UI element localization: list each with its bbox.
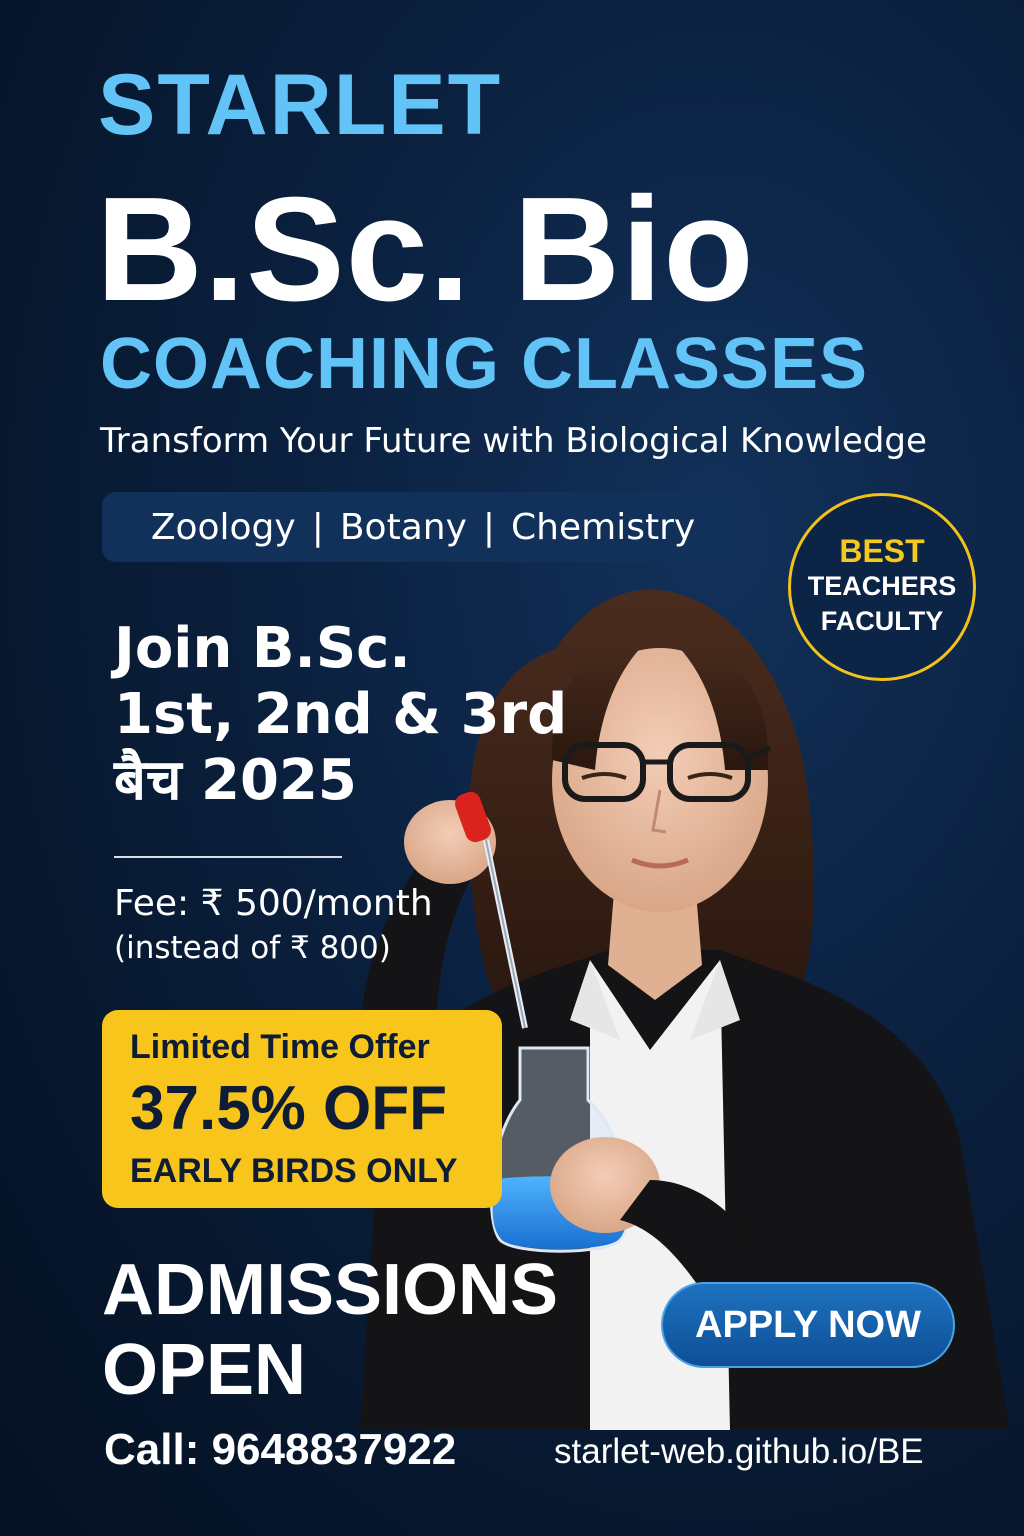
classes-heading: COACHING CLASSES bbox=[100, 324, 869, 404]
offer-box: Limited Time Offer 37.5% OFF EARLY BIRDS… bbox=[102, 1010, 502, 1208]
admissions-line-1: ADMISSIONS bbox=[102, 1250, 559, 1330]
badge-line-best: BEST bbox=[839, 533, 925, 570]
join-batch-text: Join B.Sc. 1st, 2nd & 3rd बैच 2025 bbox=[114, 616, 567, 814]
subject-botany: Botany bbox=[339, 506, 467, 548]
subject-separator: | bbox=[311, 506, 324, 548]
subject-chemistry: Chemistry bbox=[511, 506, 696, 548]
subject-separator: | bbox=[482, 506, 496, 548]
divider bbox=[114, 856, 342, 858]
admissions-heading: ADMISSIONS OPEN bbox=[102, 1250, 558, 1410]
offer-note: EARLY BIRDS ONLY bbox=[130, 1152, 458, 1190]
offer-discount: 37.5% OFF bbox=[130, 1074, 447, 1143]
join-line-2: 1st, 2nd & 3rd bbox=[114, 682, 568, 747]
subject-zoology: Zoology bbox=[150, 506, 296, 548]
fee-current: Fee: ₹ 500/month bbox=[114, 883, 433, 924]
apply-now-button[interactable]: APPLY NOW bbox=[661, 1282, 955, 1368]
tagline: Transform Your Future with Biological Kn… bbox=[100, 421, 927, 461]
brand-name: STARLET bbox=[98, 57, 503, 153]
fee-original: (instead of ₹ 800) bbox=[114, 930, 391, 966]
course-title: B.Sc. Bio bbox=[96, 167, 755, 332]
call-number[interactable]: Call: 9648837922 bbox=[104, 1428, 456, 1472]
join-line-3: बैच 2025 bbox=[114, 748, 357, 813]
join-line-1: Join B.Sc. bbox=[114, 616, 411, 681]
admissions-line-2: OPEN bbox=[102, 1330, 307, 1410]
offer-label: Limited Time Offer bbox=[130, 1028, 430, 1066]
website-link[interactable]: starlet-web.github.io/BE bbox=[554, 1434, 924, 1469]
subjects-pill: Zoology | Botany | Chemistry bbox=[102, 492, 744, 562]
